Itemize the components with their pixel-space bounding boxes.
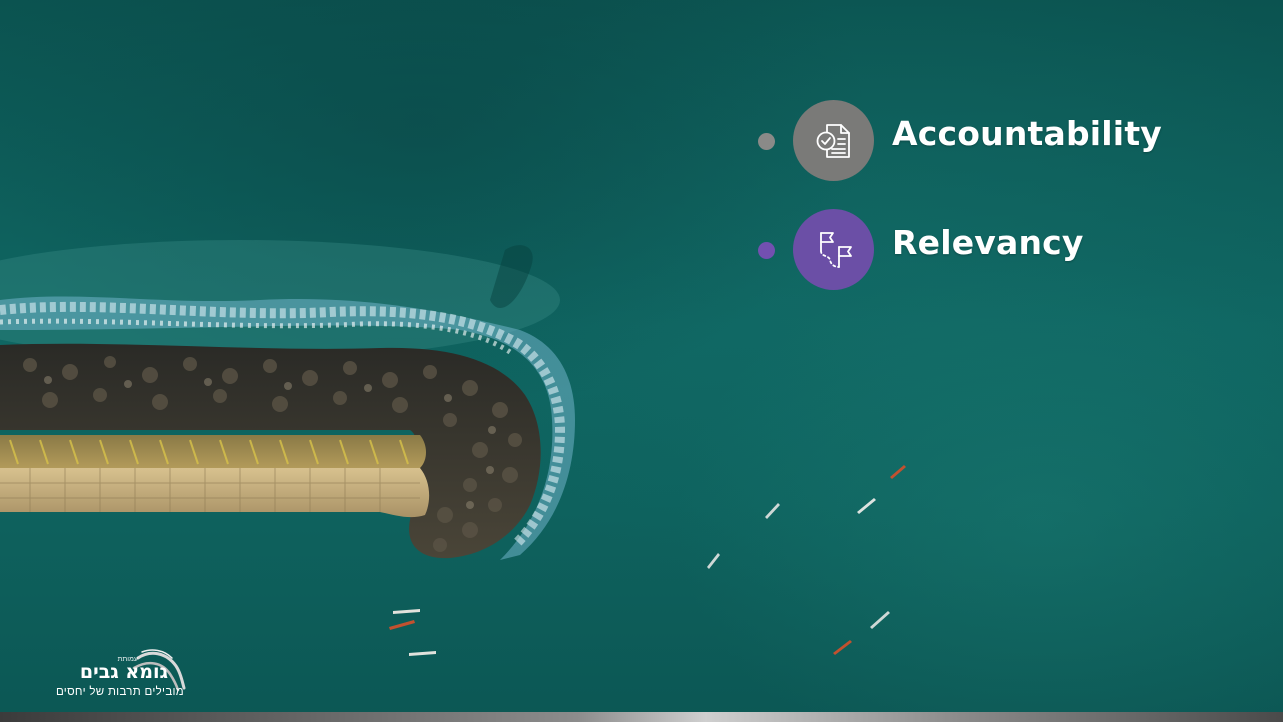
topic-list: Accountability Relevancy — [758, 100, 1238, 318]
organization-logo: עמותת גומא גבים מובילים תרבות של יחסים — [36, 648, 196, 704]
topic-label: Relevancy — [892, 223, 1084, 262]
topic-item-accountability: Accountability — [758, 100, 1238, 182]
topic-item-relevancy: Relevancy — [758, 209, 1238, 291]
route-flags-icon — [819, 231, 852, 268]
bottom-bar — [0, 712, 1283, 722]
accountability-badge — [793, 100, 874, 181]
bullet-dot — [758, 242, 775, 259]
slide: Accountability Relevancy עמותת גומא גבים… — [0, 0, 1283, 722]
bullet-dot — [758, 133, 775, 150]
topic-label: Accountability — [892, 114, 1163, 153]
logo-tagline: מובילים תרבות של יחסים — [55, 686, 184, 698]
relevancy-badge — [793, 209, 874, 290]
logo-name: גומא גבים — [79, 661, 168, 683]
document-check-icon — [816, 123, 850, 158]
